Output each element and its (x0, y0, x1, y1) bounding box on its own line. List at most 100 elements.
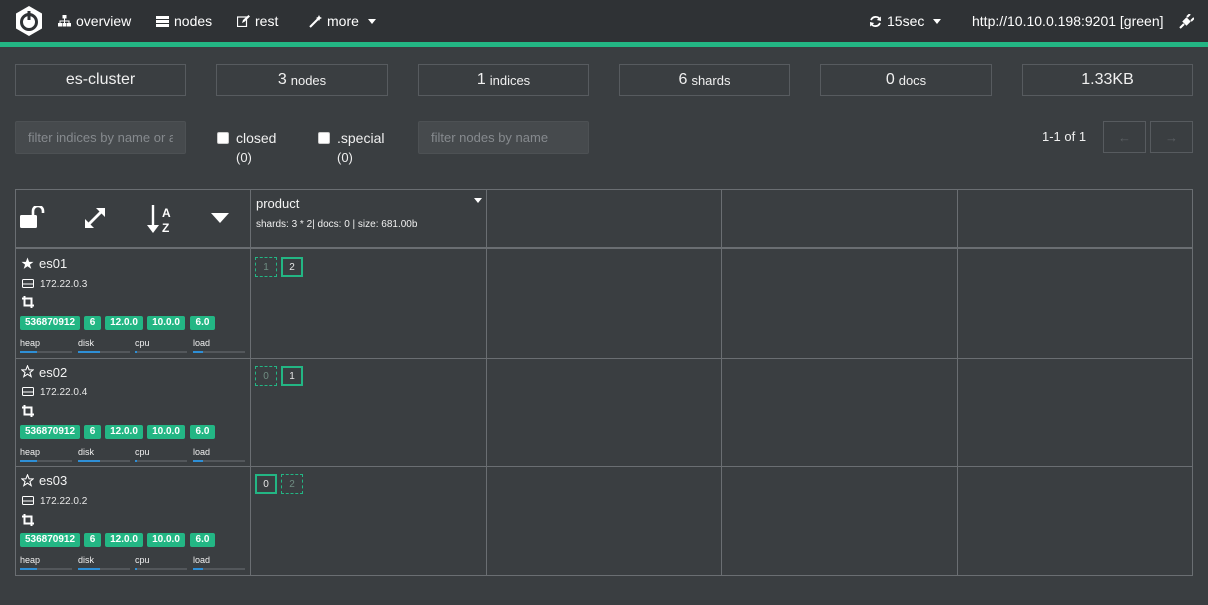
node-version-badge: 10.0.0 (147, 316, 185, 330)
crop-icon (22, 514, 34, 526)
indices-unit: indices (489, 72, 531, 88)
arrow-right-icon: → (1165, 129, 1178, 145)
node-ip: 172.22.0.4 (40, 387, 88, 398)
shard-replica[interactable]: 0 (255, 366, 277, 386)
node-cpu-badge: 6 (84, 533, 101, 547)
cpu-label: cpu (135, 447, 150, 457)
nav-more-label: more (327, 13, 359, 29)
cpu-bar-fill (135, 351, 137, 353)
heap-bar-fill (20, 568, 37, 570)
arrow-left-icon: ← (1118, 129, 1131, 145)
nav-rest-label: rest (255, 13, 279, 29)
special-label: .special (337, 130, 385, 146)
nav-nodes[interactable]: nodes (156, 0, 212, 42)
cpu-bar-fill (135, 568, 137, 570)
node-cpu-badge: 6 (84, 425, 101, 439)
crop-icon (22, 296, 34, 308)
closed-checkbox[interactable] (217, 132, 229, 144)
node-version-badge: 12.0.0 (105, 533, 143, 547)
nodes-count: 3 (277, 71, 287, 88)
heap-label: heap (20, 338, 41, 348)
nav-overview[interactable]: overview (58, 0, 131, 42)
cpu-bar-fill (135, 460, 137, 462)
hdd-icon (22, 279, 34, 288)
node-ip: 172.22.0.3 (40, 279, 88, 290)
shard-primary[interactable]: 0 (255, 474, 277, 494)
shards-unit: shards (691, 72, 731, 88)
svg-text:Z: Z (162, 221, 169, 234)
unlock-icon[interactable] (20, 206, 46, 228)
nav-overview-label: overview (76, 13, 132, 29)
disk-bar-fill (78, 351, 100, 353)
node-heap-max-badge: 536870912 (20, 533, 80, 547)
cpu-bar (135, 351, 187, 353)
cluster-size: 1.33KB (1081, 71, 1134, 88)
cluster-url-label: http://10.10.0.198:9201 [green] (972, 13, 1164, 29)
chevron-down-icon (933, 18, 942, 24)
shard-primary[interactable]: 2 (281, 257, 303, 277)
chevron-down-icon[interactable] (474, 198, 482, 203)
shard-replica[interactable]: 2 (281, 474, 303, 494)
heap-label: heap (20, 555, 41, 565)
node-version-badge: 10.0.0 (147, 533, 185, 547)
disk-bar-fill (78, 568, 100, 570)
indices-count-box: 1 indices (418, 64, 589, 96)
docs-count-box: 0 docs (820, 64, 992, 96)
plug-icon[interactable] (1179, 14, 1194, 29)
load-label: load (193, 338, 211, 348)
server-icon (156, 15, 169, 27)
node-cpu-badge: 6 (84, 316, 101, 330)
nodes-unit: nodes (290, 72, 327, 88)
refresh-interval-dropdown[interactable]: 15sec (869, 0, 942, 42)
special-count: (0) (337, 150, 353, 165)
grid-divider (15, 466, 1193, 467)
expand-icon[interactable] (83, 206, 107, 230)
sort-alpha-icon[interactable]: A Z (147, 204, 175, 234)
shard-primary[interactable]: 1 (281, 366, 303, 386)
special-checkbox[interactable] (318, 132, 330, 144)
shards-count: 6 (678, 71, 688, 88)
star-outline-icon (21, 365, 34, 378)
cpu-label: cpu (135, 555, 150, 565)
node-version-badge: 6.0 (190, 425, 215, 439)
filter-nodes-input[interactable] (418, 121, 589, 154)
node-name[interactable]: es03 (39, 473, 67, 488)
prev-page-button[interactable]: ← (1103, 121, 1146, 153)
caret-down-icon[interactable] (211, 213, 229, 223)
load-label: load (193, 555, 211, 565)
node-name[interactable]: es02 (39, 365, 67, 380)
crop-icon (22, 405, 34, 417)
grid-divider (15, 247, 1193, 249)
cluster-url[interactable]: http://10.10.0.198:9201 [green] (972, 0, 1164, 42)
disk-label: disk (78, 447, 95, 457)
heap-bar-fill (20, 351, 37, 353)
chevron-down-icon (367, 18, 376, 24)
pager-status: 1-1 of 1 (1042, 129, 1087, 144)
load-bar-fill (193, 568, 203, 570)
star-filled-icon (21, 257, 34, 269)
node-version-badge: 12.0.0 (105, 316, 143, 330)
shards-count-box: 6 shards (619, 64, 790, 96)
nav-rest[interactable]: rest (237, 0, 278, 42)
next-page-button[interactable]: → (1150, 121, 1193, 153)
cerebro-logo-icon[interactable] (14, 5, 44, 37)
refresh-icon (870, 15, 881, 27)
load-bar-fill (193, 351, 203, 353)
load-bar-fill (193, 460, 203, 462)
accent-bar (0, 42, 1208, 47)
filter-indices-input[interactable] (15, 121, 186, 154)
node-name[interactable]: es01 (39, 256, 67, 271)
grid-divider (15, 358, 1193, 359)
hdd-icon (22, 496, 34, 505)
disk-bar-fill (78, 460, 100, 462)
node-version-badge: 10.0.0 (147, 425, 185, 439)
nav-more[interactable]: more (309, 0, 376, 42)
svg-text:A: A (162, 206, 171, 220)
star-outline-icon (21, 474, 34, 487)
index-name[interactable]: product (256, 196, 299, 211)
nav-nodes-label: nodes (174, 13, 213, 29)
shard-replica[interactable]: 1 (255, 257, 277, 277)
node-ip: 172.22.0.2 (40, 496, 88, 507)
hdd-icon (22, 387, 34, 396)
cpu-bar (135, 568, 187, 570)
